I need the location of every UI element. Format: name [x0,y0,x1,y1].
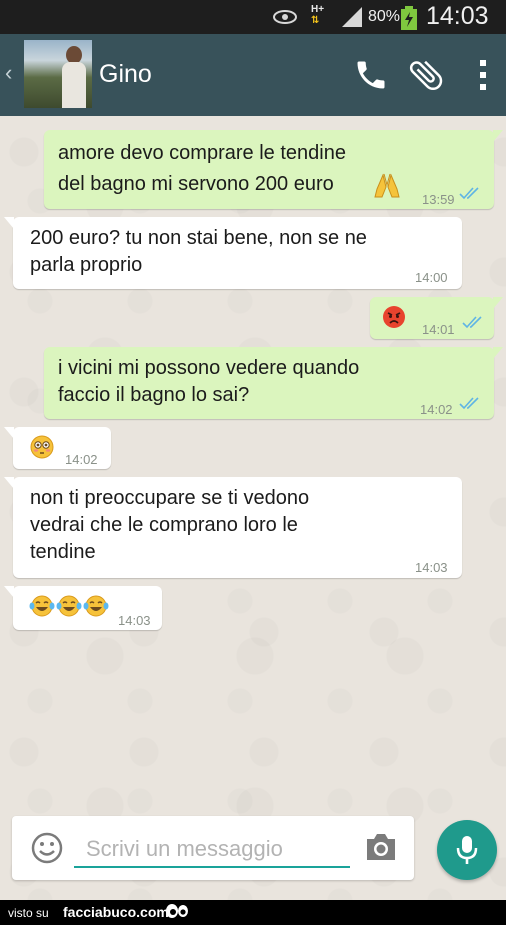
message-bubble-outgoing[interactable]: 14:01 [370,297,503,339]
contact-name[interactable]: Gino [99,60,152,89]
message-line: parla proprio [30,254,143,276]
signal-icon [342,7,362,27]
message-bubble-incoming[interactable]: non ti preoccupare se ti vedono vedrai c… [4,477,462,578]
network-type: H+ ⇅ [311,4,325,26]
message-line: vedrai che le comprano loro le [30,514,298,536]
paperclip-icon[interactable] [406,55,446,95]
message-bubble-incoming[interactable]: 14:03 [4,586,162,630]
watermark-brand: facciabuco.com [63,904,169,920]
message-time: 14:03 [415,560,448,575]
battery-percent: 80% [368,8,401,25]
watermark-footer: visto su facciabuco.com [0,900,506,925]
phone-icon[interactable] [353,57,389,93]
flushed-face-emoji-icon [30,435,54,459]
read-ticks-icon [462,316,482,329]
data-arrows-icon: ⇅ [311,15,320,26]
message-line: tendine [30,541,96,563]
status-bar: H+ ⇅ 80% 14:03 [0,0,506,34]
message-bubble-outgoing[interactable]: amore devo comprare le tendine del bagno… [44,130,503,209]
message-time: 14:01 [422,322,455,337]
angry-face-emoji-icon [383,306,405,328]
message-line: non ti preoccupare se ti vedono [30,487,310,509]
overflow-menu-icon[interactable] [478,59,488,91]
tears-of-joy-emoji-icon [83,595,109,617]
emoji-picker-icon[interactable] [30,831,64,865]
read-ticks-icon [459,397,479,410]
message-input[interactable]: Scrivi un messaggio [86,836,283,862]
mascot-eyes-icon [166,904,188,918]
message-line: i vicini mi possono vedere quando [58,357,360,379]
input-underline [74,866,350,868]
back-chevron-icon[interactable]: ‹ [5,60,12,86]
message-line: 200 euro? tu non stai bene, non se ne [30,227,367,249]
message-time: 14:00 [415,270,448,285]
message-composer[interactable]: Scrivi un messaggio [12,816,414,880]
message-line: faccio il bagno lo sai? [58,384,250,406]
read-ticks-icon [459,187,479,200]
avatar[interactable] [24,40,92,108]
avatar-person-body [62,62,86,108]
message-time: 14:02 [420,402,453,417]
message-bubble-outgoing[interactable]: i vicini mi possono vedere quando faccio… [44,347,503,419]
folded-hands-emoji-icon [374,173,400,198]
tears-of-joy-emoji-icon [29,595,55,617]
message-bubble-incoming[interactable]: 14:02 [4,427,111,469]
message-line: amore devo comprare le tendine [58,142,346,164]
message-time: 13:59 [422,192,455,207]
eye-icon [273,10,297,24]
camera-icon[interactable] [364,832,398,862]
message-line: del bagno mi servono 200 euro [58,173,334,195]
watermark-prefix: visto su [8,906,49,920]
battery-charging-icon [401,6,417,30]
tears-of-joy-emoji-icon [56,595,82,617]
status-clock: 14:03 [426,2,489,30]
message-time: 14:02 [65,452,98,467]
microphone-icon [456,836,478,864]
message-time: 14:03 [118,613,151,628]
message-bubble-incoming[interactable]: 200 euro? tu non stai bene, non se ne pa… [4,217,462,289]
voice-message-button[interactable] [437,820,497,880]
